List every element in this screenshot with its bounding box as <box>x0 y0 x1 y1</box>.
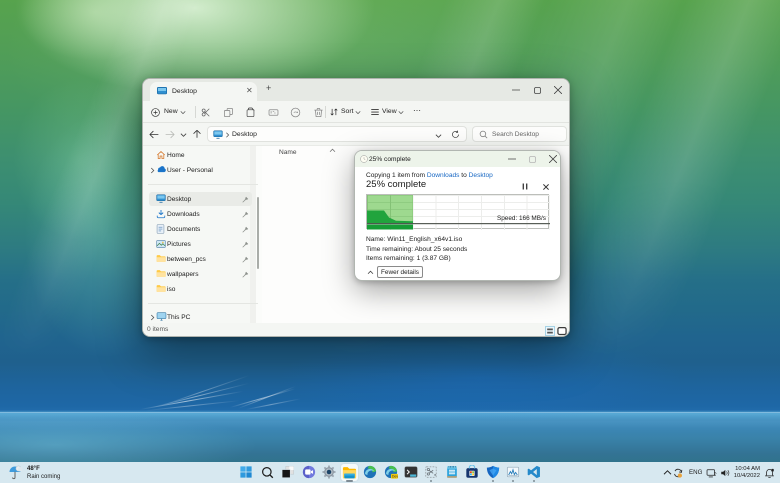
svg-text:Dev: Dev <box>391 475 397 479</box>
